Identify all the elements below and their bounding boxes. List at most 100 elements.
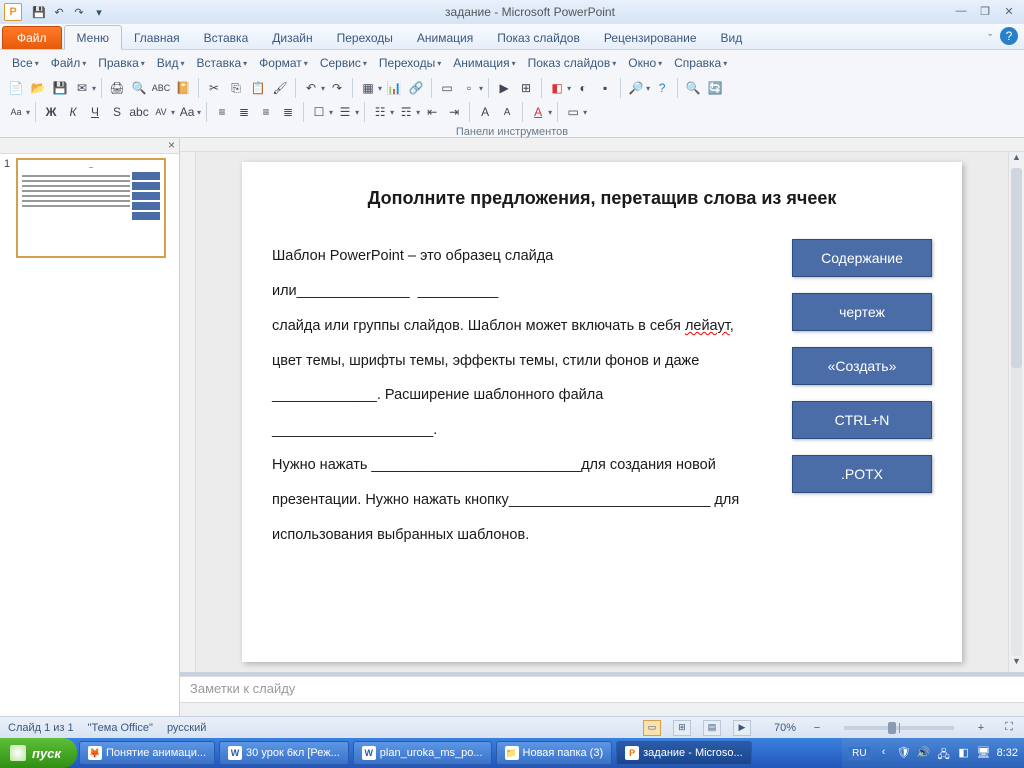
numbering-icon[interactable]: ☶: [396, 102, 416, 122]
status-language[interactable]: русский: [167, 722, 206, 734]
view-normal-icon[interactable]: ▭: [643, 720, 661, 736]
language-indicator[interactable]: RU: [848, 747, 870, 760]
tray-app-icon[interactable]: ◧: [957, 746, 971, 760]
chart-icon[interactable]: 📊: [384, 78, 404, 98]
scroll-thumb[interactable]: [1011, 168, 1022, 368]
slide-thumbnail-1[interactable]: —: [16, 158, 166, 258]
table-icon[interactable]: ▦: [358, 78, 378, 98]
tray-display-icon[interactable]: 🖥: [977, 746, 991, 760]
menu-view[interactable]: Вид▾: [151, 54, 191, 72]
tray-volume-icon[interactable]: 🔊: [917, 746, 931, 760]
underline-icon[interactable]: Ч: [85, 102, 105, 122]
tab-review[interactable]: Рецензирование: [592, 26, 709, 49]
spell-icon[interactable]: ABC: [151, 78, 171, 98]
hyperlink-icon[interactable]: 🔗: [406, 78, 426, 98]
tab-insert[interactable]: Вставка: [192, 26, 261, 49]
menu-help[interactable]: Справка▾: [668, 54, 733, 72]
tab-slideshow[interactable]: Показ слайдов: [485, 26, 592, 49]
case-icon[interactable]: Aa: [177, 102, 197, 122]
task-item-word-2[interactable]: Wplan_uroka_ms_po...: [353, 741, 492, 765]
view-sorter-icon[interactable]: ⊞: [673, 720, 691, 736]
help2-icon[interactable]: ?: [652, 78, 672, 98]
open-icon[interactable]: 📂: [28, 78, 48, 98]
slide-sorter-icon[interactable]: ⊞: [516, 78, 536, 98]
undo-icon[interactable]: ↶: [50, 3, 68, 21]
zoom-percent[interactable]: 70%: [774, 722, 796, 734]
grayscale-icon[interactable]: ◐: [573, 78, 593, 98]
menu-file[interactable]: Файл▾: [45, 54, 93, 72]
menu-animation[interactable]: Анимация▾: [447, 54, 521, 72]
align-left-icon[interactable]: ≡: [212, 102, 232, 122]
horizontal-scrollbar[interactable]: [180, 702, 1024, 716]
slides-panel[interactable]: × 1 —: [0, 138, 180, 716]
menu-edit[interactable]: Правка▾: [92, 54, 151, 72]
drag-box-ctrln[interactable]: CTRL+N: [792, 401, 932, 439]
tray-shield-icon[interactable]: 🛡: [897, 746, 911, 760]
redo-icon[interactable]: ↷: [70, 3, 88, 21]
task-item-firefox[interactable]: 🦊Понятие анимаци...: [79, 741, 215, 765]
zoom-handle[interactable]: [888, 722, 896, 734]
tray-network-icon[interactable]: 🖧: [937, 746, 951, 760]
scroll-down-icon[interactable]: ▼: [1009, 656, 1024, 672]
tray-chevron-icon[interactable]: ‹: [877, 746, 891, 760]
color-icon[interactable]: ◧: [547, 78, 567, 98]
drag-box-content[interactable]: Содержание: [792, 239, 932, 277]
research-icon[interactable]: 📔: [173, 78, 193, 98]
menu-format[interactable]: Формат▾: [253, 54, 314, 72]
font-color-icon[interactable]: A: [528, 102, 548, 122]
fit-window-icon[interactable]: ⛶: [1002, 721, 1016, 734]
shadow-icon[interactable]: S: [107, 102, 127, 122]
qat-more-icon[interactable]: ▾: [90, 3, 108, 21]
layout-icon[interactable]: ▭: [563, 102, 583, 122]
copy-icon[interactable]: ⎘: [226, 78, 246, 98]
slide-title[interactable]: Дополните предложения, перетащив слова и…: [272, 188, 932, 209]
ribbon-collapse-icon[interactable]: ˇ: [988, 33, 992, 45]
minimize-button[interactable]: ―: [952, 5, 970, 19]
bw-icon[interactable]: ▪: [595, 78, 615, 98]
drag-box-potx[interactable]: .POTX: [792, 455, 932, 493]
slide-body-text[interactable]: Шаблон PowerPoint – это образец слайда и…: [272, 239, 762, 552]
menu-tools[interactable]: Сервис▾: [314, 54, 373, 72]
font-icon[interactable]: Aa: [6, 102, 26, 122]
justify-icon[interactable]: ≣: [278, 102, 298, 122]
tab-view[interactable]: Вид: [709, 26, 755, 49]
view-slideshow-icon[interactable]: ▶: [733, 720, 751, 736]
menu-transitions[interactable]: Переходы▾: [373, 54, 447, 72]
columns-icon[interactable]: ☰: [335, 102, 355, 122]
slideshow-icon[interactable]: ▶: [494, 78, 514, 98]
redo-icon[interactable]: ↷: [327, 78, 347, 98]
menu-slideshow[interactable]: Показ слайдов▾: [522, 54, 623, 72]
tab-menu[interactable]: Меню: [64, 25, 122, 50]
preview-icon[interactable]: 🔍: [129, 78, 149, 98]
align-right-icon[interactable]: ≡: [256, 102, 276, 122]
drag-box-create[interactable]: «Создать»: [792, 347, 932, 385]
tab-home[interactable]: Главная: [122, 26, 192, 49]
find-icon[interactable]: 🔍: [683, 78, 703, 98]
zoom-out-icon[interactable]: −: [810, 722, 824, 734]
slide-canvas[interactable]: Дополните предложения, перетащив слова и…: [242, 162, 962, 662]
help-icon[interactable]: ?: [1000, 27, 1018, 45]
notes-pane[interactable]: Заметки к слайду: [180, 676, 1024, 702]
vertical-scrollbar[interactable]: ▲ ▼: [1008, 152, 1024, 672]
mail-icon[interactable]: ✉: [72, 78, 92, 98]
print-icon[interactable]: 🖨: [107, 78, 127, 98]
task-item-folder[interactable]: 📁Новая папка (3): [496, 741, 613, 765]
close-button[interactable]: ✕: [1000, 5, 1018, 19]
cut-icon[interactable]: ✂: [204, 78, 224, 98]
tab-animation[interactable]: Анимация: [405, 26, 485, 49]
panel-close-icon[interactable]: ×: [168, 138, 175, 152]
view-reading-icon[interactable]: ▤: [703, 720, 721, 736]
bold-icon[interactable]: Ж: [41, 102, 61, 122]
font-shrink-icon[interactable]: A: [497, 102, 517, 122]
superscript-icon[interactable]: AV: [151, 102, 171, 122]
font-grow-icon[interactable]: A: [475, 102, 495, 122]
menu-insert[interactable]: Вставка▾: [191, 54, 254, 72]
zoom-slider[interactable]: [844, 726, 954, 730]
zoom-icon[interactable]: 🔎: [626, 78, 646, 98]
indent-dec-icon[interactable]: ⇤: [422, 102, 442, 122]
undo-icon[interactable]: ↶: [301, 78, 321, 98]
tab-design[interactable]: Дизайн: [260, 26, 324, 49]
menu-all[interactable]: Все▾: [6, 54, 45, 72]
bullets-icon[interactable]: ☷: [370, 102, 390, 122]
painter-icon[interactable]: 🖌: [270, 78, 290, 98]
